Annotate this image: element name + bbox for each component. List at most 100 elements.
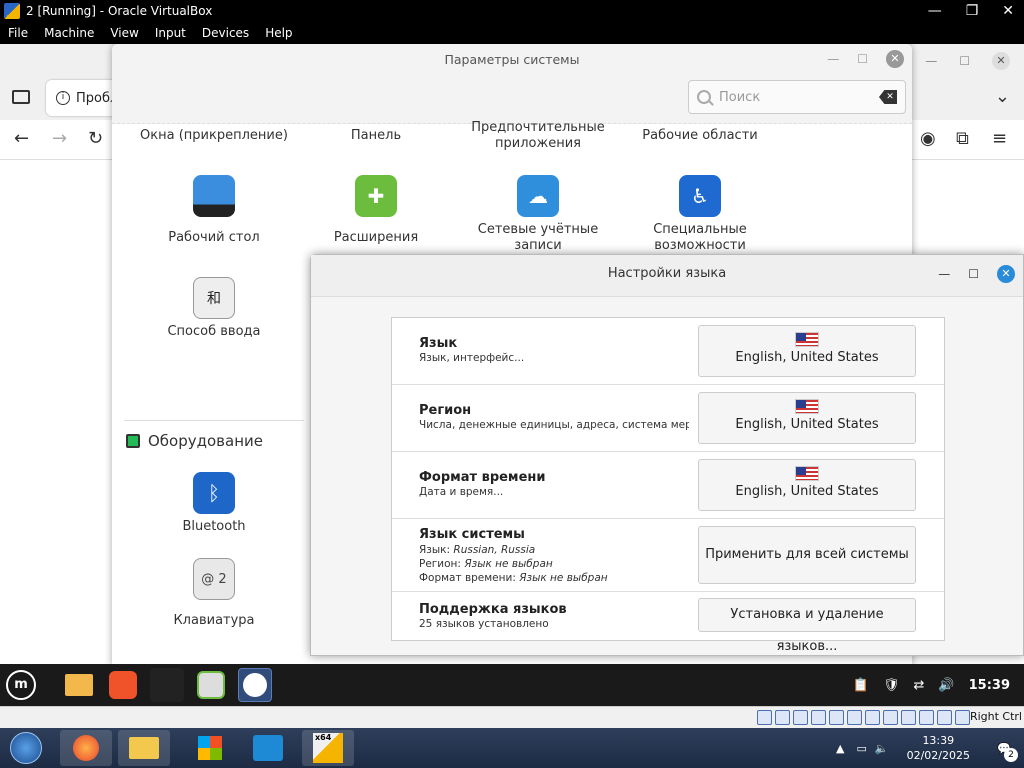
back-button[interactable]: ← (14, 128, 29, 149)
search-input[interactable]: Поиск ✕ (688, 80, 906, 114)
settings-item-online-accounts[interactable]: Сетевые учётные записи (458, 222, 618, 254)
system-language-lang: Язык: Russian, Russia (419, 544, 536, 556)
firefox-taskbar-icon[interactable] (60, 730, 112, 766)
display-icon[interactable] (883, 710, 898, 725)
menu-view[interactable]: View (110, 26, 138, 40)
account-icon[interactable]: ◉ (920, 128, 936, 149)
settings-item-workspaces[interactable]: Рабочие области (620, 128, 780, 144)
speaker-muted-icon[interactable]: 🔈 (875, 742, 889, 755)
settings-item-preferred-apps[interactable]: Предпочтительные приложения (458, 120, 618, 152)
minimize-button[interactable]: — (928, 3, 942, 19)
menu-icon[interactable]: ≡ (992, 128, 1007, 149)
input-method-icon[interactable]: 和 (193, 277, 235, 319)
settings-minimize-button[interactable]: — (827, 52, 839, 66)
terminal-icon[interactable]: $_ (150, 668, 184, 702)
search-placeholder: Поиск (719, 89, 761, 105)
cpu-icon[interactable] (919, 710, 934, 725)
bluetooth-icon[interactable]: ᛒ (193, 472, 235, 514)
shield-icon[interactable]: 🛡 (883, 678, 900, 693)
hardware-section-title: Оборудование (126, 432, 263, 450)
menu-devices[interactable]: Devices (202, 26, 249, 40)
browser-close-button[interactable]: ✕ (992, 52, 1010, 70)
hard-disk-icon[interactable] (757, 710, 772, 725)
extensions-icon[interactable]: ⧉ (956, 128, 969, 149)
reload-button[interactable]: ↻ (88, 128, 103, 149)
settings-close-button[interactable]: ✕ (886, 50, 904, 68)
system-language-row: Язык системы Язык: Russian, Russia Регио… (392, 519, 944, 592)
guest-clock[interactable]: 15:39 (969, 678, 1010, 693)
settings-item-input-method[interactable]: Способ ввода (134, 324, 294, 340)
settings-item-extensions[interactable]: Расширения (296, 230, 456, 246)
explorer-taskbar-icon[interactable] (118, 730, 170, 766)
files-folder-icon[interactable] (62, 668, 96, 702)
mouse-integration-icon[interactable] (937, 710, 952, 725)
settings-item-panel[interactable]: Панель (296, 128, 456, 144)
section-divider (124, 420, 304, 421)
settings-item-keyboard[interactable]: Клавиатура (134, 613, 294, 629)
menu-file[interactable]: File (8, 26, 28, 40)
network-icon[interactable]: ⇄ (914, 678, 925, 693)
hardware-chip-icon (126, 434, 140, 448)
menu-input[interactable]: Input (155, 26, 186, 40)
maximize-button[interactable]: ❐ (966, 3, 979, 19)
virtualbox-manager-taskbar-icon[interactable] (242, 730, 294, 766)
browser-maximize-button[interactable]: ☐ (959, 54, 970, 68)
install-remove-languages-button[interactable]: Установка и удаление языков... (698, 598, 916, 654)
shared-folders-icon[interactable] (865, 710, 880, 725)
clear-search-icon[interactable]: ✕ (879, 90, 897, 104)
device-icon[interactable]: ▭ (856, 742, 866, 755)
region-button[interactable]: English, United States (698, 392, 916, 444)
accessibility-icon[interactable]: ♿ (679, 175, 721, 217)
store-taskbar-icon[interactable] (184, 730, 236, 766)
settings-toggle-icon[interactable] (194, 668, 228, 702)
host-key-icon[interactable] (955, 710, 970, 725)
host-clock[interactable]: 13:39 02/02/2025 (907, 733, 970, 763)
language-minimize-button[interactable]: — (938, 267, 950, 281)
forward-button[interactable]: → (52, 128, 67, 149)
search-icon (697, 90, 711, 104)
language-button[interactable]: English, United States (698, 325, 916, 377)
menu-help[interactable]: Help (265, 26, 292, 40)
audio-icon[interactable] (811, 710, 826, 725)
extensions-puzzle-icon[interactable]: ✚ (355, 175, 397, 217)
settings-item-windows-tiling[interactable]: Окна (прикрепление) (134, 128, 294, 144)
settings-item-accessibility[interactable]: Специальные возможности (620, 222, 780, 254)
mint-menu-icon[interactable]: m (4, 668, 38, 702)
region-row-desc: Числа, денежные единицы, адреса, система… (419, 419, 689, 431)
close-button[interactable]: ✕ (1002, 3, 1014, 19)
language-app-icon[interactable] (238, 668, 272, 702)
region-row-title: Регион (419, 403, 472, 418)
virtualbox-vm-taskbar-icon[interactable]: x64 (302, 730, 354, 766)
firefox-icon[interactable] (106, 668, 140, 702)
recording-icon[interactable] (901, 710, 916, 725)
apply-system-wide-button[interactable]: Применить для всей системы (698, 526, 916, 584)
host-key-label: Right Ctrl (969, 710, 1022, 723)
menu-machine[interactable]: Machine (44, 26, 94, 40)
settings-maximize-button[interactable]: ☐ (857, 52, 868, 66)
browser-minimize-button[interactable]: — (925, 54, 937, 68)
show-hidden-icons[interactable]: ▲ (836, 742, 844, 755)
time-format-button[interactable]: English, United States (698, 459, 916, 511)
notifications-button[interactable]: 💬 2 (984, 728, 1024, 768)
virtualbox-menubar: File Machine View Input Devices Help (0, 22, 1024, 44)
clipboard-icon[interactable]: 📋 (853, 678, 869, 693)
language-support-title: Поддержка языков (419, 602, 567, 617)
tab-list-icon[interactable] (12, 90, 30, 104)
language-header: Настройки языка — ☐ ✕ (311, 255, 1023, 297)
language-title: Настройки языка (607, 266, 727, 281)
settings-item-bluetooth[interactable]: Bluetooth (134, 519, 294, 535)
desktop-icon[interactable] (193, 175, 235, 217)
network-adapter-icon[interactable] (829, 710, 844, 725)
language-maximize-button[interactable]: ☐ (968, 267, 979, 281)
language-close-button[interactable]: ✕ (997, 265, 1015, 283)
volume-icon[interactable]: 🔊 (938, 678, 954, 693)
keyboard-icon[interactable]: @ 2 (193, 558, 235, 600)
cloud-icon[interactable]: ☁ (517, 175, 559, 217)
settings-item-desktop[interactable]: Рабочий стол (134, 230, 294, 246)
floppy-icon[interactable] (793, 710, 808, 725)
chevron-down-icon[interactable]: ⌄ (995, 86, 1010, 107)
windows-start-button[interactable] (0, 730, 52, 766)
notification-count: 2 (1004, 748, 1018, 762)
usb-icon[interactable] (847, 710, 862, 725)
optical-drive-icon[interactable] (775, 710, 790, 725)
